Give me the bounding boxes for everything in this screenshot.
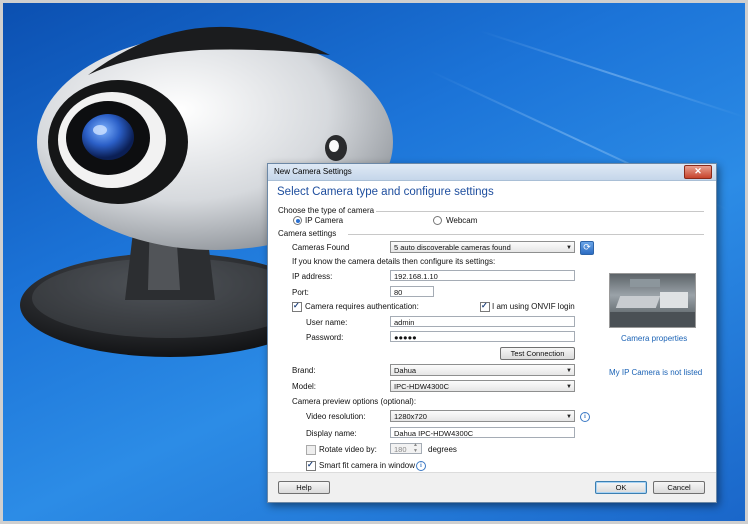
chevron-down-icon: ▼ — [566, 368, 572, 374]
help-button[interactable]: Help — [278, 481, 330, 494]
ip-address-input[interactable]: 192.168.1.10 — [390, 270, 575, 281]
display-name-label: Display name: — [306, 429, 357, 438]
page-title: Select Camera type and configure setting… — [277, 186, 494, 198]
model-select[interactable]: IPC-HDW4300C ▼ — [390, 380, 575, 392]
video-resolution-select[interactable]: 1280x720 ▼ — [390, 410, 575, 422]
auth-label: Camera requires authentication: — [305, 302, 419, 311]
dialog-footer: Help OK Cancel — [268, 472, 716, 502]
refresh-icon[interactable]: ⟳ — [580, 241, 594, 255]
display-name-input[interactable]: Dahua IPC-HDW4300C — [390, 427, 575, 438]
camera-settings-section-label: Camera settings — [278, 229, 337, 238]
divider — [376, 211, 704, 212]
dialog-content: Choose the type of camera IP Camera Webc… — [268, 203, 716, 473]
video-resolution-value: 1280x720 — [394, 412, 427, 421]
cancel-button[interactable]: Cancel — [653, 481, 705, 494]
auth-checkbox[interactable] — [292, 301, 302, 312]
preview-options-label: Camera preview options (optional): — [292, 397, 417, 406]
close-button[interactable]: ✕ — [684, 165, 712, 179]
webcam-label: Webcam — [446, 216, 478, 225]
chevron-down-icon: ▼ — [566, 384, 572, 390]
test-connection-button[interactable]: Test Connection — [500, 347, 575, 360]
chevron-down-icon: ▼ — [566, 245, 572, 251]
webcam-radio[interactable] — [433, 216, 442, 225]
port-input[interactable]: 80 — [390, 286, 434, 297]
not-listed-link[interactable]: My IP Camera is not listed — [609, 368, 702, 377]
port-label: Port: — [292, 288, 309, 297]
ip-address-label: IP address: — [292, 272, 333, 281]
smart-fit-label: Smart fit camera in window — [319, 461, 416, 470]
brand-select[interactable]: Dahua ▼ — [390, 364, 575, 376]
brand-value: Dahua — [394, 366, 417, 375]
title-bar[interactable]: New Camera Settings ✕ — [268, 164, 716, 181]
new-camera-settings-dialog: New Camera Settings ✕ Select Camera type… — [267, 163, 717, 503]
ip-camera-label: IP Camera — [305, 216, 344, 225]
camera-properties-link[interactable]: Camera properties — [621, 334, 687, 343]
spinner-icon[interactable]: ▲ ▼ — [413, 442, 418, 454]
username-input[interactable]: admin — [390, 316, 575, 327]
camera-preview-thumbnail — [609, 273, 696, 328]
ok-button[interactable]: OK — [595, 481, 647, 494]
info-icon[interactable]: i — [580, 412, 590, 422]
video-resolution-label: Video resolution: — [306, 412, 366, 421]
cameras-found-select[interactable]: 5 auto discoverable cameras found ▼ — [390, 241, 575, 253]
rotate-label: Rotate video by: — [319, 445, 377, 454]
window-title: New Camera Settings — [274, 167, 352, 176]
model-value: IPC-HDW4300C — [394, 382, 450, 391]
divider — [348, 234, 704, 235]
smart-fit-checkbox[interactable] — [306, 460, 316, 471]
dialog-header: Select Camera type and configure setting… — [268, 181, 716, 203]
password-input[interactable]: ●●●●● — [390, 331, 575, 342]
camera-type-section-label: Choose the type of camera — [278, 206, 375, 215]
ip-camera-radio[interactable] — [293, 216, 302, 225]
cameras-found-label: Cameras Found — [292, 243, 350, 252]
rotate-checkbox[interactable] — [306, 445, 316, 455]
rotate-unit: degrees — [428, 445, 457, 454]
onvif-label: I am using ONVIF login — [492, 302, 575, 311]
model-label: Model: — [292, 382, 317, 391]
chevron-down-icon: ▼ — [566, 414, 572, 420]
info-icon[interactable]: i — [416, 461, 426, 471]
username-label: User name: — [306, 318, 348, 327]
hint-text: If you know the camera details then conf… — [292, 257, 496, 266]
onvif-checkbox[interactable] — [480, 301, 490, 312]
cameras-found-value: 5 auto discoverable cameras found — [394, 243, 511, 252]
password-label: Password: — [306, 333, 344, 342]
brand-label: Brand: — [292, 366, 316, 375]
